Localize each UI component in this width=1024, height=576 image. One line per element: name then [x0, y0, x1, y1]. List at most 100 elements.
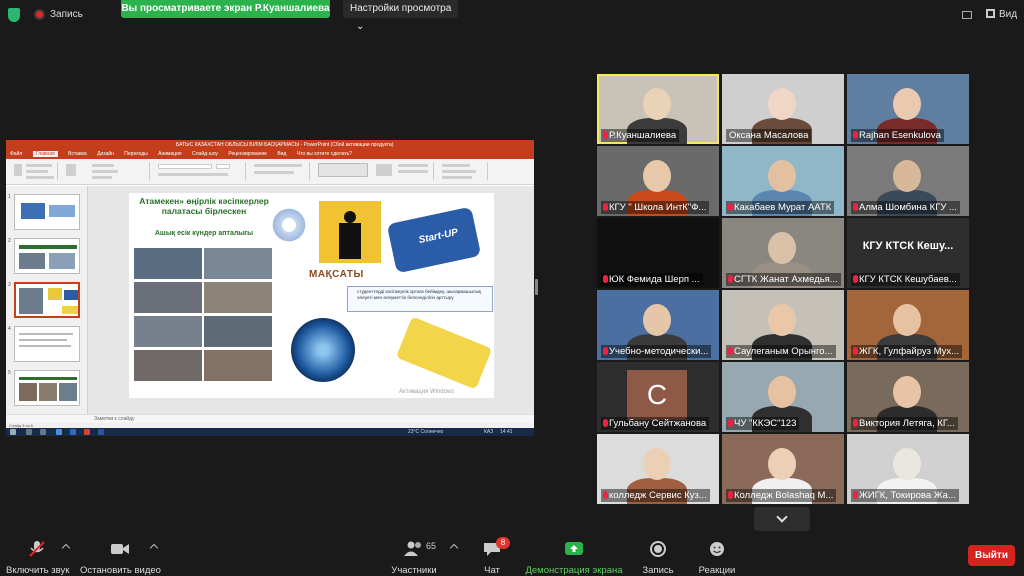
- record-indicator-label[interactable]: Запись: [50, 9, 83, 20]
- participant-tile[interactable]: КГУ " Школа ИнтК"Ф...: [597, 146, 719, 216]
- ppt-window-title: БАТЫС КАЗАХСТАН ОБЛЫСЫ БІЛІМ БАСҚАРМАСЫ …: [6, 140, 534, 150]
- ppt-tab-home: Главная: [32, 151, 58, 157]
- participant-name-text: Учебно-методически...: [609, 346, 709, 357]
- mic-muted-icon: [603, 491, 608, 499]
- participant-name-text: СГТК Жанат Ахмедья...: [734, 274, 838, 285]
- participant-tile[interactable]: Какабаев Мурат ААТК: [722, 146, 844, 216]
- reactions-button[interactable]: Реакции: [698, 540, 736, 576]
- participant-tile[interactable]: Оксана Масалова: [722, 74, 844, 144]
- reactions-label: Реакции: [698, 565, 736, 576]
- ppt-tab: Дизайн: [97, 151, 114, 157]
- chevron-down-icon: ⌄: [356, 21, 365, 32]
- participant-tile[interactable]: Колледж Bolashaq M...: [722, 434, 844, 504]
- view-settings-label: Настройки просмотра: [350, 3, 452, 14]
- participant-name-text: Какабаев Мурат ААТК: [734, 202, 832, 213]
- goal-text: студенттерді кәсіпкерлік ортаға бейімдеу…: [357, 289, 481, 300]
- participant-tile[interactable]: Учебно-методически...: [597, 290, 719, 360]
- share-screen-label: Демонстрация экрана: [525, 565, 623, 576]
- participant-tile[interactable]: Саулеганым Орынго...: [722, 290, 844, 360]
- participant-tile[interactable]: С Гульбану Сейтжанова: [597, 362, 719, 432]
- participant-name-text: КГУ " Школа ИнтК"Ф...: [609, 202, 707, 213]
- windows-taskbar: 23°C Солнечно КАЗ 14:41: [6, 428, 534, 436]
- participant-tile[interactable]: ЮК Фемида Шерп ...: [597, 218, 719, 288]
- ppt-tab: Рецензирование: [228, 151, 267, 157]
- participant-video-head: [893, 88, 921, 120]
- more-participants-button[interactable]: [754, 507, 810, 531]
- taskbar-time: 14:41: [500, 429, 513, 435]
- participant-tile[interactable]: СГТК Жанат Ахмедья...: [722, 218, 844, 288]
- participant-name: Р.Куаншалиева: [601, 129, 680, 142]
- split-drag-handle[interactable]: [535, 279, 538, 295]
- thumb-number: 1: [8, 194, 11, 200]
- slide-thumbnail: [14, 326, 80, 362]
- event-photo: [203, 247, 273, 280]
- ppt-tab: Вид: [277, 151, 287, 157]
- ribbon-group-drawing: [314, 162, 434, 180]
- record-icon: [650, 541, 666, 557]
- participant-tile[interactable]: колледж Сервис Куз...: [597, 434, 719, 504]
- participant-name: Виктория Летяга, КГ...: [851, 417, 958, 430]
- participant-name-text: ЧУ "ККЭС"123: [734, 418, 797, 429]
- ribbon-group-slides: [62, 162, 150, 180]
- slide-notes-bar: Заметки к слайду: [6, 414, 534, 423]
- view-button[interactable]: Вид: [986, 9, 1017, 20]
- participant-tile[interactable]: ЧУ "ККЭС"123: [722, 362, 844, 432]
- participant-name: КГУ " Школа ИнтК"Ф...: [601, 201, 710, 214]
- goal-heading: МАҚСАТЫ: [309, 269, 364, 280]
- mic-muted-icon: [853, 131, 858, 139]
- taskview-icon: [40, 429, 46, 435]
- participant-tile[interactable]: ЖИГК, Токирова Жа...: [847, 434, 969, 504]
- participant-tile[interactable]: Р.Куаншалиева: [597, 74, 719, 144]
- stop-video-button[interactable]: Остановить видео: [80, 540, 161, 576]
- mic-muted-icon: [853, 203, 858, 211]
- participant-video-head: [768, 376, 796, 408]
- taskbar-weather: 23°C Солнечно: [408, 429, 444, 435]
- grid-icon: [986, 9, 995, 18]
- participant-video-head: [893, 160, 921, 192]
- slide-title: Атамекен» өңірлік кәсіпкерлер палатасы б…: [139, 196, 269, 216]
- participants-options-caret[interactable]: [449, 543, 459, 553]
- screen-share-banner: Вы просматриваете экран Р.Куаншалиева: [121, 0, 330, 18]
- participant-name: ЖГК, Гулфайруз Мух...: [851, 345, 963, 358]
- participant-tile[interactable]: Rajhan Esenkulova: [847, 74, 969, 144]
- thumb-number: 3: [8, 282, 11, 288]
- participant-name-text: Виктория Летяга, КГ...: [859, 418, 955, 429]
- participant-name: Учебно-методически...: [601, 345, 712, 358]
- participant-tile[interactable]: ЖГК, Гулфайруз Мух...: [847, 290, 969, 360]
- taskbar-language: КАЗ: [484, 429, 494, 435]
- record-button[interactable]: Запись: [640, 540, 676, 576]
- event-photo: [133, 315, 203, 348]
- unmute-label: Включить звук: [6, 565, 70, 576]
- startup-label: Start-UP: [417, 226, 460, 247]
- view-settings-dropdown[interactable]: Настройки просмотра ⌄: [343, 0, 458, 32]
- participants-label: Участники: [391, 565, 437, 576]
- participant-name: колледж Сервис Куз...: [601, 489, 710, 502]
- participant-tile[interactable]: Виктория Летяга, КГ...: [847, 362, 969, 432]
- event-photo: [133, 281, 203, 314]
- mic-muted-icon: [603, 203, 608, 211]
- participants-button[interactable]: 65 Участники: [388, 540, 440, 576]
- participant-video-head: [768, 88, 796, 120]
- participant-name: Саулеганым Орынго...: [726, 345, 836, 358]
- current-slide: Атамекен» өңірлік кәсіпкерлер палатасы б…: [129, 193, 494, 398]
- ribbon-group-clipboard: [10, 162, 58, 180]
- mic-muted-icon: [603, 131, 608, 139]
- stop-video-label: Остановить видео: [80, 565, 161, 576]
- leave-meeting-button[interactable]: Выйти: [968, 545, 1015, 566]
- participant-name-text: КГУ КТСК Кешубаев...: [859, 274, 957, 285]
- unmute-button[interactable]: Включить звук: [6, 540, 70, 576]
- participant-video-head: [768, 232, 796, 264]
- share-screen-button[interactable]: Демонстрация экрана: [524, 540, 624, 576]
- participant-video-head: [643, 88, 671, 120]
- participant-name-text: Колледж Bolashaq M...: [734, 490, 834, 501]
- fullscreen-icon[interactable]: [962, 11, 972, 19]
- participant-tile[interactable]: КГУ КТСК Кешу... КГУ КТСК Кешубаев...: [847, 218, 969, 288]
- shield-icon[interactable]: [8, 8, 20, 22]
- participant-video-head: [768, 160, 796, 192]
- ribbon-group-editing: [438, 162, 488, 180]
- meeting-topbar: Запись Вы просматриваете экран Р.Куаншал…: [0, 0, 1024, 32]
- participant-name: Колледж Bolashaq M...: [726, 489, 837, 502]
- mic-muted-icon: [853, 347, 858, 355]
- mic-muted-icon: [728, 491, 733, 499]
- participant-tile[interactable]: Алма Шомбина КГУ ...: [847, 146, 969, 216]
